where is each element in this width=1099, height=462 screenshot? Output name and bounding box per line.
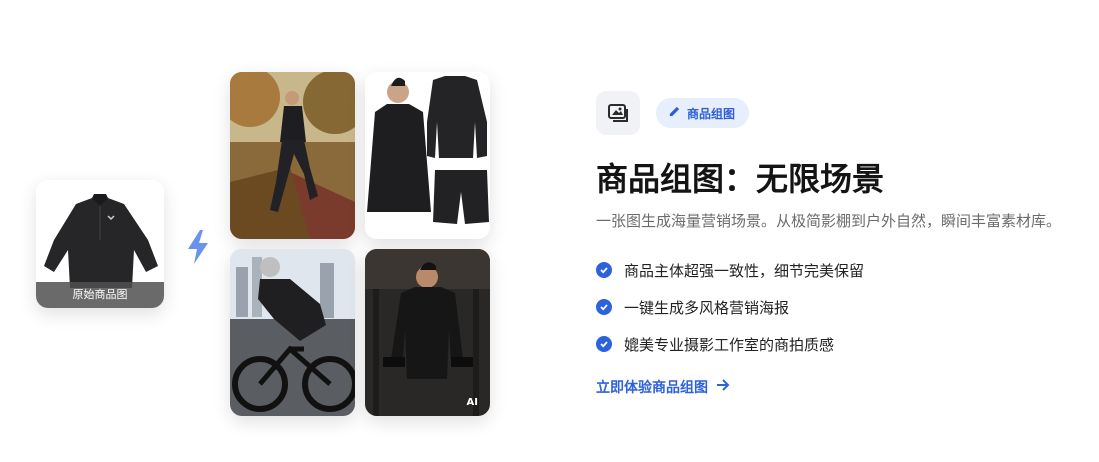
feature-item: 商品主体超强一致性，细节完美保留	[596, 258, 864, 282]
feature-text: 商品主体超强一致性，细节完美保留	[624, 261, 865, 280]
page-subtitle: 一张图生成海量营销场景。从极简影棚到户外自然，瞬间丰富素材库。	[596, 212, 1062, 230]
ai-generated-tag: AI	[466, 397, 478, 408]
feature-badge: 商品组图	[656, 98, 750, 128]
gym-workout-image	[365, 249, 490, 416]
pencil-icon	[668, 105, 681, 121]
generated-image-cycling[interactable]	[230, 249, 355, 416]
feature-item: 媲美专业摄影工作室的商拍质感	[596, 332, 864, 356]
check-circle-icon	[596, 336, 612, 352]
feature-list: 商品主体超强一致性，细节完美保留 一键生成多风格营销海报 媲美专业摄影工作室的商…	[596, 258, 864, 369]
generated-image-studio-set[interactable]	[365, 72, 490, 239]
try-product-set-link[interactable]: 立即体验商品组图	[596, 377, 730, 397]
cyclist-city-image	[230, 249, 355, 416]
cta-label: 立即体验商品组图	[596, 380, 708, 396]
generated-image-gym[interactable]: AI	[365, 249, 490, 416]
original-image-caption: 原始商品图	[36, 282, 164, 308]
badge-label: 商品组图	[687, 106, 736, 121]
studio-outfit-image	[365, 72, 490, 239]
check-circle-icon	[596, 262, 612, 278]
generated-image-outdoor-run[interactable]	[230, 72, 355, 239]
feature-item: 一键生成多风格营销海报	[596, 295, 864, 319]
feature-text: 媲美专业摄影工作室的商拍质感	[624, 335, 835, 354]
runner-autumn-park-image	[230, 72, 355, 239]
feature-text: 一键生成多风格营销海报	[624, 298, 790, 317]
check-circle-icon	[596, 299, 612, 315]
arrow-right-icon	[716, 379, 730, 395]
page-title: 商品组图：无限场景	[596, 160, 885, 198]
lightning-bolt-icon	[186, 230, 210, 264]
image-gallery-icon	[596, 91, 640, 135]
original-product-card[interactable]: 原始商品图	[36, 180, 164, 308]
